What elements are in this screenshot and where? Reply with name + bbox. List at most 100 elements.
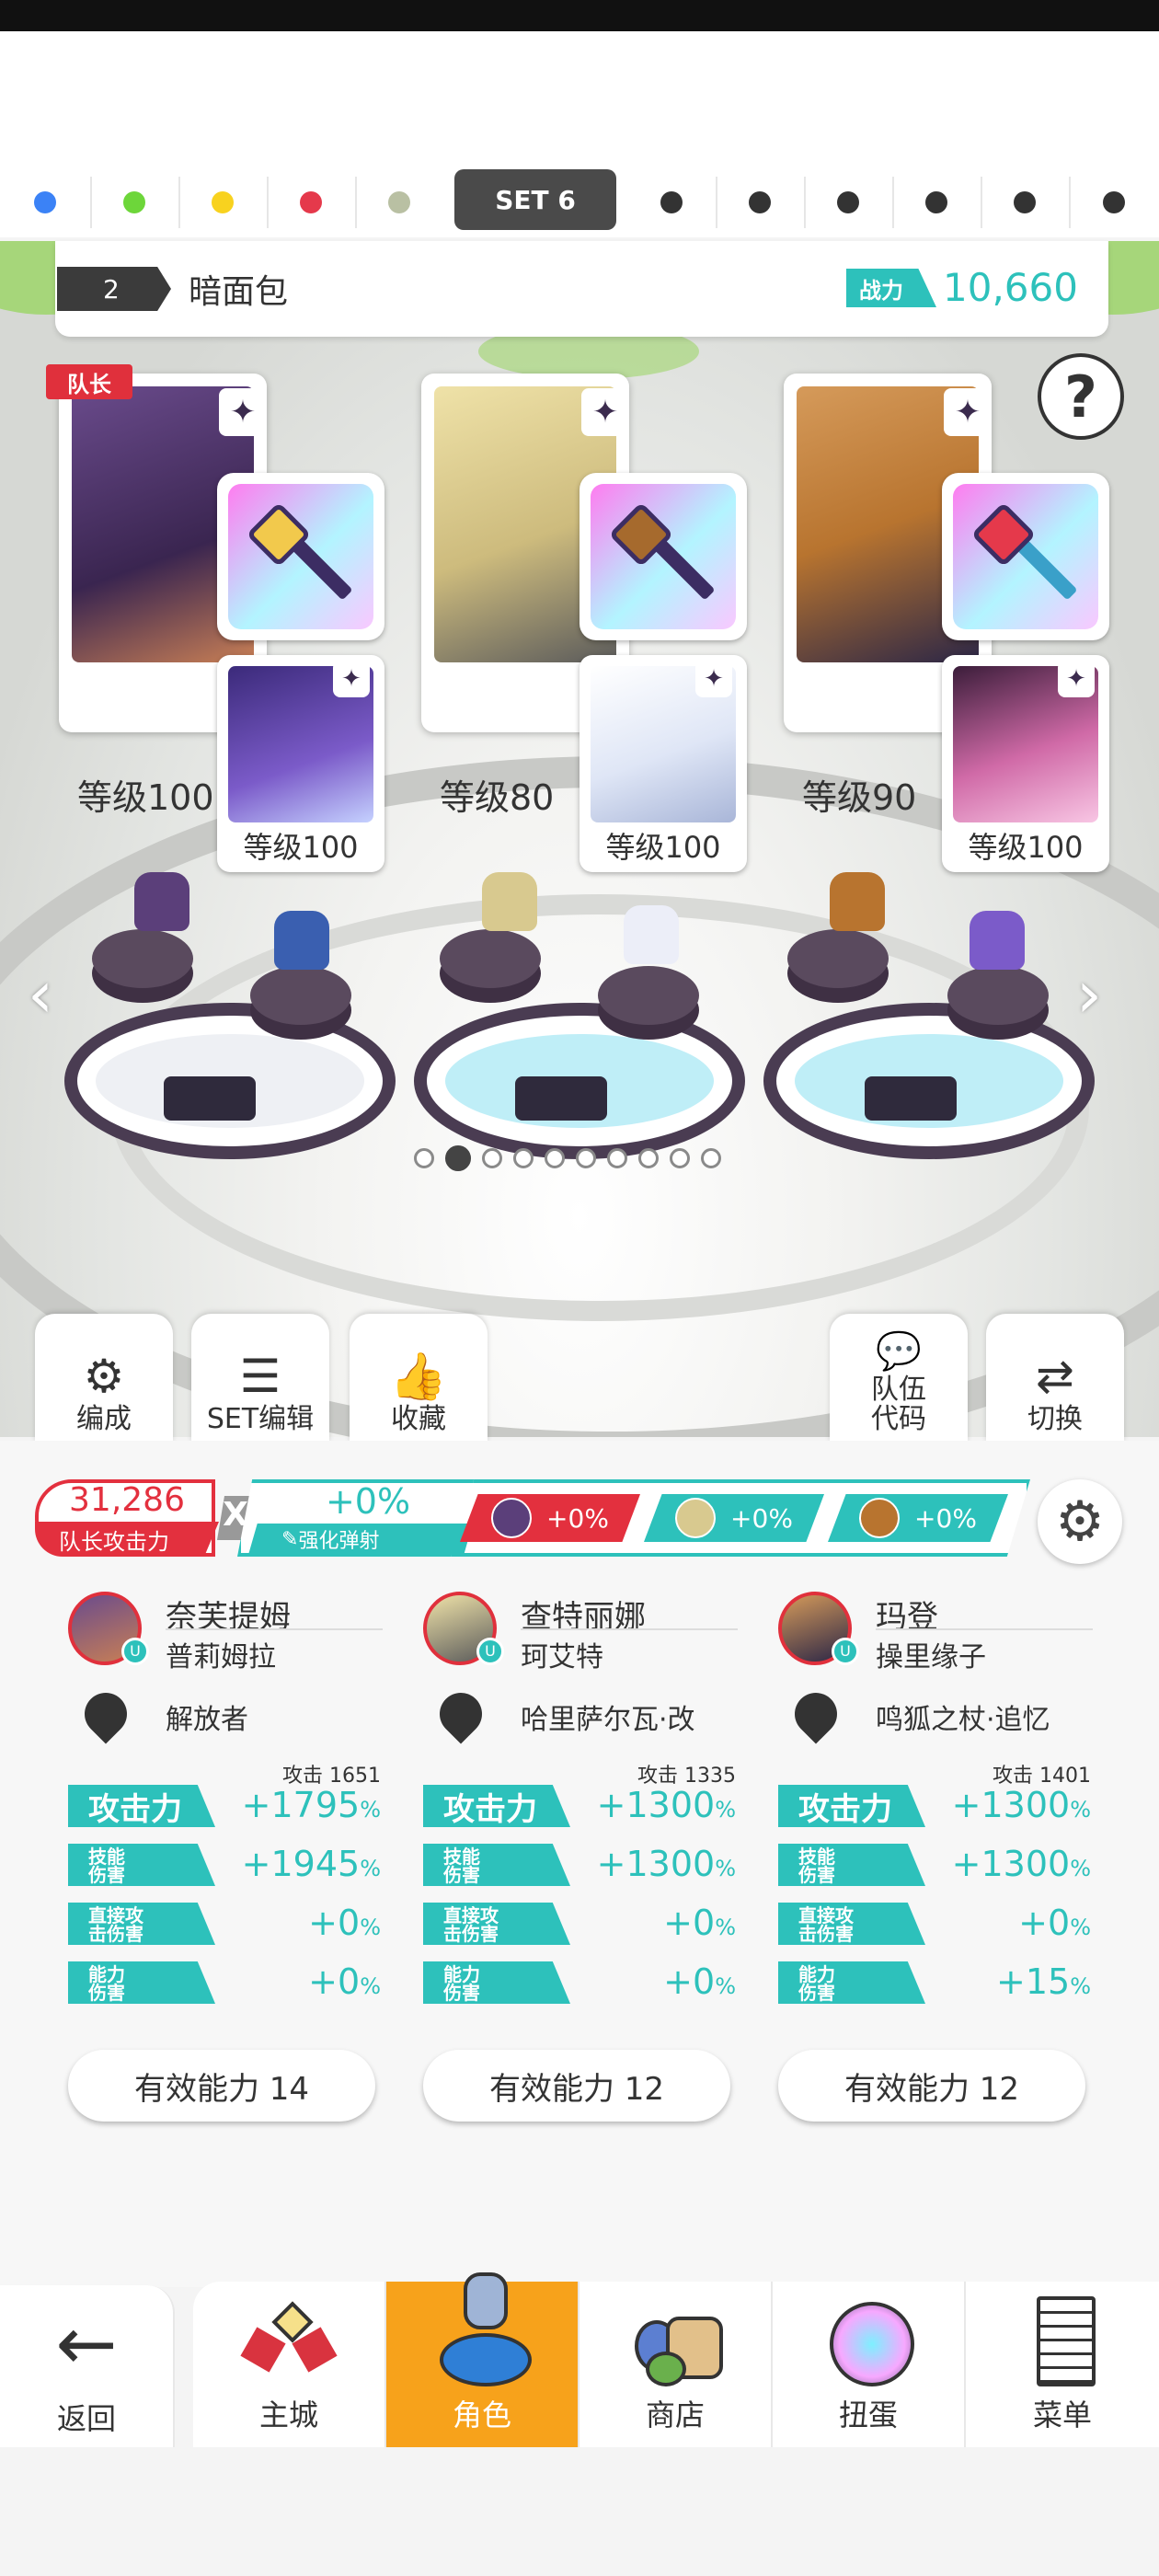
stat-label: 能力 伤害 (68, 1961, 215, 2004)
page-dot[interactable] (513, 1148, 534, 1168)
arrow-left-icon: ← (55, 2301, 118, 2386)
favorite-button[interactable]: 👍 收藏 (350, 1314, 488, 1443)
page-dot[interactable] (670, 1148, 690, 1168)
hero-sub-name: 珂艾特 (521, 1641, 603, 1673)
set-dot-green (123, 191, 145, 213)
swap-icon: ⇄ (1036, 1349, 1074, 1403)
effective-ability-button-3[interactable]: 有效能力 12 (778, 2050, 1085, 2122)
set-slot-10[interactable] (892, 167, 981, 237)
chibi-sprite (970, 911, 1025, 970)
member-percent: +0% (546, 1502, 609, 1534)
page-dot[interactable] (414, 1148, 434, 1168)
weapon-slot-1[interactable] (217, 473, 384, 640)
help-button[interactable]: ? (1038, 353, 1124, 440)
stat-value: +1300% (951, 1844, 1091, 1884)
nav-character-label: 角色 (452, 2398, 511, 2432)
member-percent: +0% (730, 1502, 793, 1534)
stat-value: +1300% (596, 1844, 736, 1884)
bottom-safe-area (0, 2447, 1159, 2576)
team-code-label: 队伍 代码 (871, 1374, 926, 1435)
team-name[interactable]: 暗面包 (189, 265, 288, 313)
set-dot-empty (1014, 191, 1036, 213)
member-percent-chip-1: +0% (460, 1494, 640, 1542)
gear-icon: ⚙ (1055, 1489, 1105, 1554)
weapon-icon (228, 484, 373, 629)
nav-shop-label: 商店 (645, 2398, 705, 2432)
switch-button[interactable]: ⇄ 切换 (986, 1314, 1124, 1443)
set-edit-button[interactable]: ☰ SET编辑 (191, 1314, 329, 1443)
page-dot[interactable] (482, 1148, 502, 1168)
stat-value: +0% (663, 1961, 736, 2002)
set-slot-2[interactable] (90, 167, 178, 237)
shop-bag-icon (629, 2296, 723, 2386)
page-dot[interactable] (701, 1148, 721, 1168)
character-level: 等级80 (440, 777, 555, 818)
boost-label-text: 强化弹射 (298, 1530, 380, 1553)
weapon-slot-3[interactable] (942, 473, 1109, 640)
leader-badge: 队长 (46, 364, 132, 399)
divider (876, 1628, 1093, 1630)
chevron-left-icon[interactable]: ‹ (28, 957, 53, 1032)
nav-menu-label: 菜单 (1032, 2398, 1092, 2432)
sub-character-level: 等级100 (243, 830, 359, 865)
stat-label: 攻击力 (68, 1785, 215, 1827)
hero-sub-name: 普莉姆拉 (166, 1641, 276, 1673)
character-icon (436, 2272, 532, 2386)
nav-gacha-label: 扭蛋 (838, 2398, 898, 2432)
member-percent: +0% (914, 1502, 977, 1534)
nav-castle[interactable]: 主城 (193, 2282, 386, 2447)
member-percent-chip-2: +0% (644, 1494, 824, 1542)
chibi-sprite (134, 872, 189, 931)
nav-menu[interactable]: 菜单 (966, 2282, 1159, 2447)
stat-skill-damage: 技能 伤害 +1300% (423, 1844, 736, 1886)
set-dot-olive (388, 191, 410, 213)
set-slot-12[interactable] (1069, 167, 1159, 237)
chibi-sprite (482, 872, 537, 931)
page-dot-active[interactable] (445, 1145, 471, 1171)
set-slot-5[interactable] (355, 167, 443, 237)
leader-attack-value: 31,286 (69, 1481, 185, 1519)
chevron-right-icon[interactable]: › (1076, 957, 1102, 1032)
member-avatar (491, 1498, 533, 1538)
castle-icon (240, 2296, 338, 2385)
set-tab-active[interactable]: SET 6 (454, 169, 616, 230)
stat-label: 直接攻 击伤害 (778, 1903, 925, 1945)
stat-label: 直接攻 击伤害 (423, 1903, 570, 1945)
effective-ability-button-2[interactable]: 有效能力 12 (423, 2050, 730, 2122)
settings-gear-button[interactable]: ⚙ (1038, 1479, 1122, 1564)
team-code-button[interactable]: 💬 队伍 代码 (830, 1314, 968, 1443)
set-slot-1[interactable] (0, 167, 90, 237)
nav-back[interactable]: ← 返回 (0, 2285, 175, 2451)
effective-ability-button-1[interactable]: 有效能力 14 (68, 2050, 375, 2122)
nav-character-active[interactable]: 角色 (386, 2272, 580, 2447)
set-slot-4[interactable] (267, 167, 355, 237)
weapon-slot-2[interactable] (580, 473, 747, 640)
stat-value: +0% (308, 1903, 381, 1943)
stat-ability-damage: 能力 伤害 +0% (68, 1961, 381, 2004)
stat-attack: 攻击 1401 攻击力 +1300% (778, 1765, 1091, 1827)
nav-shop[interactable]: 商店 (580, 2282, 773, 2447)
stand (92, 929, 193, 988)
set-slot-9[interactable] (804, 167, 892, 237)
page-dot[interactable] (576, 1148, 596, 1168)
stat-attack: 攻击 1335 攻击力 +1300% (423, 1765, 736, 1827)
stat-value: +1795% (241, 1785, 381, 1825)
weapon-sprite (515, 1076, 607, 1121)
nav-gacha[interactable]: 扭蛋 (773, 2282, 966, 2447)
page-dot[interactable] (545, 1148, 565, 1168)
chibi-sprite (624, 905, 679, 964)
stat-ability-damage: 能力 伤害 +15% (778, 1961, 1091, 2004)
status-bar (0, 0, 1159, 31)
set-slot-3[interactable] (178, 167, 267, 237)
set-slot-11[interactable] (981, 167, 1069, 237)
leader-attack-label: 队长攻击力 (35, 1522, 219, 1557)
formation-button[interactable]: ⚙ 编成 (35, 1314, 173, 1443)
page-dot[interactable] (638, 1148, 659, 1168)
set-edit-label: SET编辑 (206, 1402, 315, 1435)
page-dot[interactable] (607, 1148, 627, 1168)
set-slot-7[interactable] (627, 167, 716, 237)
set-dot-empty (837, 191, 859, 213)
sub-character-level: 等级100 (605, 830, 721, 865)
boost-label: ✎ 强化弹射 (248, 1524, 473, 1555)
set-slot-8[interactable] (716, 167, 804, 237)
